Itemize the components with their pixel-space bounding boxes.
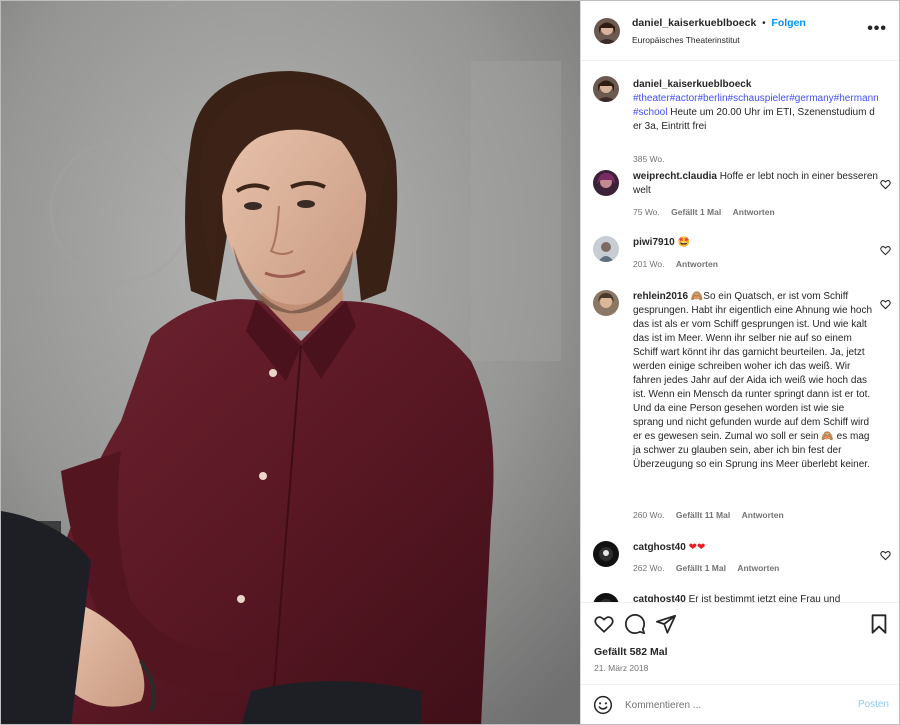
comment-text: Er ist bestimmt jetzt eine Frau und [688,594,841,602]
comment-body: piwi7910 🤩 [633,236,879,250]
location-link[interactable]: Europäisches Theaterinstitut [632,35,740,45]
comment-item: weiprecht.claudia Hoffe er lebt noch in … [593,170,893,220]
comment-like-heart-icon[interactable] [880,245,891,256]
commenter-avatar[interactable] [593,236,619,262]
post-detail-panel: daniel_kaiserkueblboeck • Folgen Europäi… [580,1,899,724]
comment-username[interactable]: catghost40 [633,542,686,553]
comment-meta: 262 Wo. Gefällt 1 Mal Antworten [633,563,788,573]
post-button[interactable]: Posten [858,699,889,710]
caption-username[interactable]: daniel_kaiserkueblboeck [633,78,879,92]
heart-icon[interactable] [593,613,615,635]
portrait-image [1,1,580,724]
commenter-avatar[interactable] [593,170,619,196]
comment-username[interactable]: rehlein2016 [633,291,688,302]
commenter-avatar-image [593,236,619,262]
commenter-avatar-image [593,541,619,567]
comment-likes-link[interactable]: Gefällt 1 Mal [676,563,726,573]
caption-avatar-image [593,76,619,102]
comment-likes-link[interactable]: Gefällt 11 Mal [676,510,730,520]
post-photo[interactable] [1,1,580,724]
comment-icon[interactable] [624,613,646,635]
reply-button[interactable]: Antworten [676,259,718,269]
emoji-icon[interactable] [593,695,613,715]
comment-item: piwi7910 🤩 201 Wo. Antworten [593,236,893,276]
commenter-avatar[interactable] [593,593,619,602]
comment-text: 🤩 [677,237,690,248]
comment-username[interactable]: weiprecht.claudia [633,171,717,182]
more-horizontal-icon[interactable]: ••• [867,20,887,38]
header-title-row: daniel_kaiserkueblboeck • Folgen [632,17,806,29]
commenter-avatar[interactable] [593,290,619,316]
comment-item: rehlein2016 🙈So ein Quatsch, er ist vom … [593,290,893,530]
comment-input[interactable] [625,693,845,717]
caption-body: daniel_kaiserkueblboeck #theater#actor#b… [633,78,879,134]
comment-age: 75 Wo. [633,207,660,217]
instagram-post-window: daniel_kaiserkueblboeck • Folgen Europäi… [0,0,900,725]
reply-button[interactable]: Antworten [733,207,775,217]
caption-avatar[interactable] [593,76,619,102]
comment-age: 260 Wo. [633,510,665,520]
reply-button[interactable]: Antworten [737,563,779,573]
caption-text: Heute um 20.00 Uhr im ETI, Szenenstudium… [633,107,875,132]
comment-item: catghost40 ❤❤ 262 Wo. Gefällt 1 Mal Antw… [593,541,893,581]
commenter-avatar-image [593,290,619,316]
commenter-avatar[interactable] [593,541,619,567]
caption: daniel_kaiserkueblboeck #theater#actor#b… [593,76,893,164]
comment-likes-link[interactable]: Gefällt 1 Mal [671,207,721,217]
post-actions: Gefällt 582 Mal 21. März 2018 [581,602,899,684]
comment-meta: 260 Wo. Gefällt 11 Mal Antworten [633,510,793,520]
comment-body: rehlein2016 🙈So ein Quatsch, er ist vom … [633,290,875,472]
author-avatar[interactable] [594,18,620,44]
comment-item: catghost40 Er ist bestimmt jetzt eine Fr… [593,593,893,602]
comment-meta: 201 Wo. Antworten [633,259,727,269]
follow-button[interactable]: Folgen [771,17,805,29]
commenter-avatar-image [593,170,619,196]
comment-body: catghost40 Er ist bestimmt jetzt eine Fr… [633,593,879,602]
comment-meta: 75 Wo. Gefällt 1 Mal Antworten [633,207,784,217]
post-header: daniel_kaiserkueblboeck • Folgen Europäi… [581,1,899,61]
reply-button[interactable]: Antworten [742,510,784,520]
comment-text: ❤❤ [688,542,706,553]
comment-like-heart-icon[interactable] [880,550,891,561]
author-avatar-image [594,18,620,44]
author-username[interactable]: daniel_kaiserkueblboeck [632,17,756,29]
comment-age: 201 Wo. [633,259,665,269]
share-icon[interactable] [655,613,677,635]
comment-body: catghost40 ❤❤ [633,541,879,555]
comment-text: 🙈So ein Quatsch, er ist vom Schiff gespr… [633,291,873,470]
comment-like-heart-icon[interactable] [880,179,891,190]
caption-age: 385 Wo. [633,154,665,164]
comment-age: 262 Wo. [633,563,665,573]
caption-meta: 385 Wo. [633,154,674,164]
comment-username[interactable]: catghost40 [633,594,686,602]
bookmark-icon[interactable] [868,613,890,635]
likes-count[interactable]: Gefällt 582 Mal [594,646,668,658]
commenter-avatar-image [593,593,619,602]
separator-dot: • [762,18,766,29]
comments-list[interactable]: daniel_kaiserkueblboeck #theater#actor#b… [581,62,899,602]
comment-username[interactable]: piwi7910 [633,237,675,248]
post-date: 21. März 2018 [594,663,649,673]
comment-like-heart-icon[interactable] [880,299,891,310]
comment-body: weiprecht.claudia Hoffe er lebt noch in … [633,170,879,198]
comment-composer: Posten [581,684,899,724]
caption-text-block: #theater#actor#berlin#schauspieler#germa… [633,92,879,134]
